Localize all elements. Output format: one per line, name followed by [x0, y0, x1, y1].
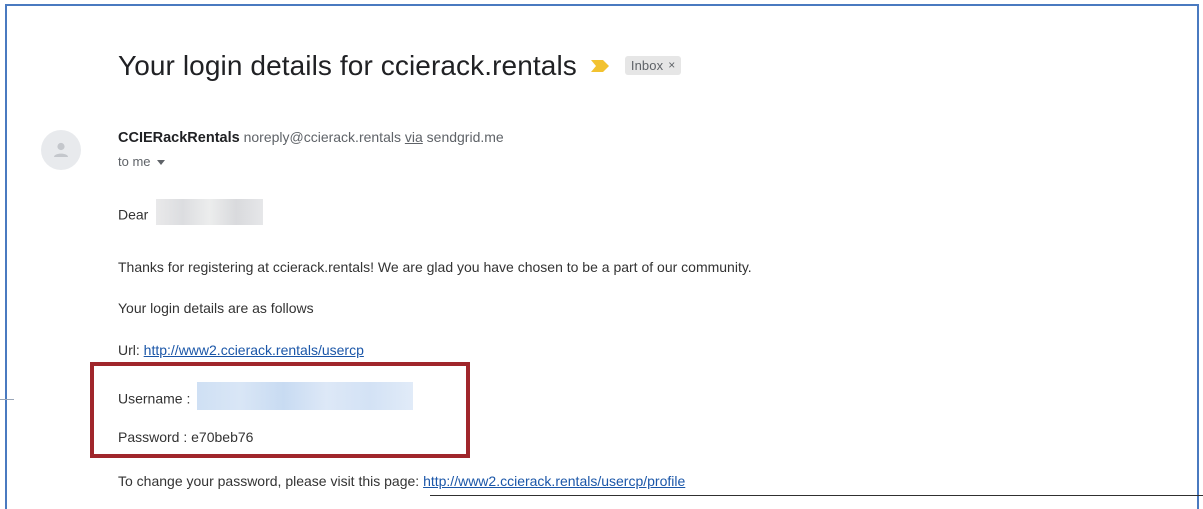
inbox-label: Inbox [630, 57, 664, 73]
divider-tick [0, 399, 14, 400]
change-password-text: To change your password, please visit th… [118, 473, 420, 489]
caret-down-icon[interactable] [156, 160, 165, 165]
email-subject: Your login details for ccierack.rentals [118, 50, 577, 81]
intro-paragraph: Your login details are as follows [118, 300, 314, 316]
thanks-paragraph: Thanks for registering at ccierack.renta… [118, 259, 752, 275]
email-subject-row: Your login details for ccierack.rentals … [118, 50, 682, 82]
url-line: Url: http://www2.ccierack.rentals/usercp [118, 342, 364, 358]
credentials-highlight-box [90, 362, 470, 458]
profile-link[interactable]: http://www2.ccierack.rentals/usercp/prof… [423, 473, 685, 489]
person-icon [54, 142, 68, 157]
bottom-divider [430, 495, 1203, 496]
usercp-link[interactable]: http://www2.ccierack.rentals/usercp [144, 342, 364, 358]
via-domain: sendgrid.me [426, 129, 504, 145]
sender-avatar[interactable] [41, 130, 81, 170]
remove-label-icon[interactable]: × [668, 58, 675, 72]
url-label: Url: [118, 342, 140, 358]
recipient-label: to me [118, 154, 151, 169]
via-link[interactable]: via [405, 129, 423, 145]
greeting-line: Dear [118, 199, 264, 229]
sender-name[interactable]: CCIERackRentals [118, 130, 240, 146]
redacted-recipient-name [156, 199, 264, 225]
important-marker-icon[interactable] [589, 58, 611, 74]
greeting: Dear [118, 206, 149, 223]
recipient-details-toggle[interactable]: to me [118, 154, 165, 169]
sender-line: CCIERackRentals noreply@ccierack.rentals… [118, 129, 504, 146]
sender-address: noreply@ccierack.rentals [243, 129, 401, 145]
inbox-label-chip[interactable]: Inbox × [624, 55, 682, 75]
change-password-line: To change your password, please visit th… [118, 473, 685, 489]
